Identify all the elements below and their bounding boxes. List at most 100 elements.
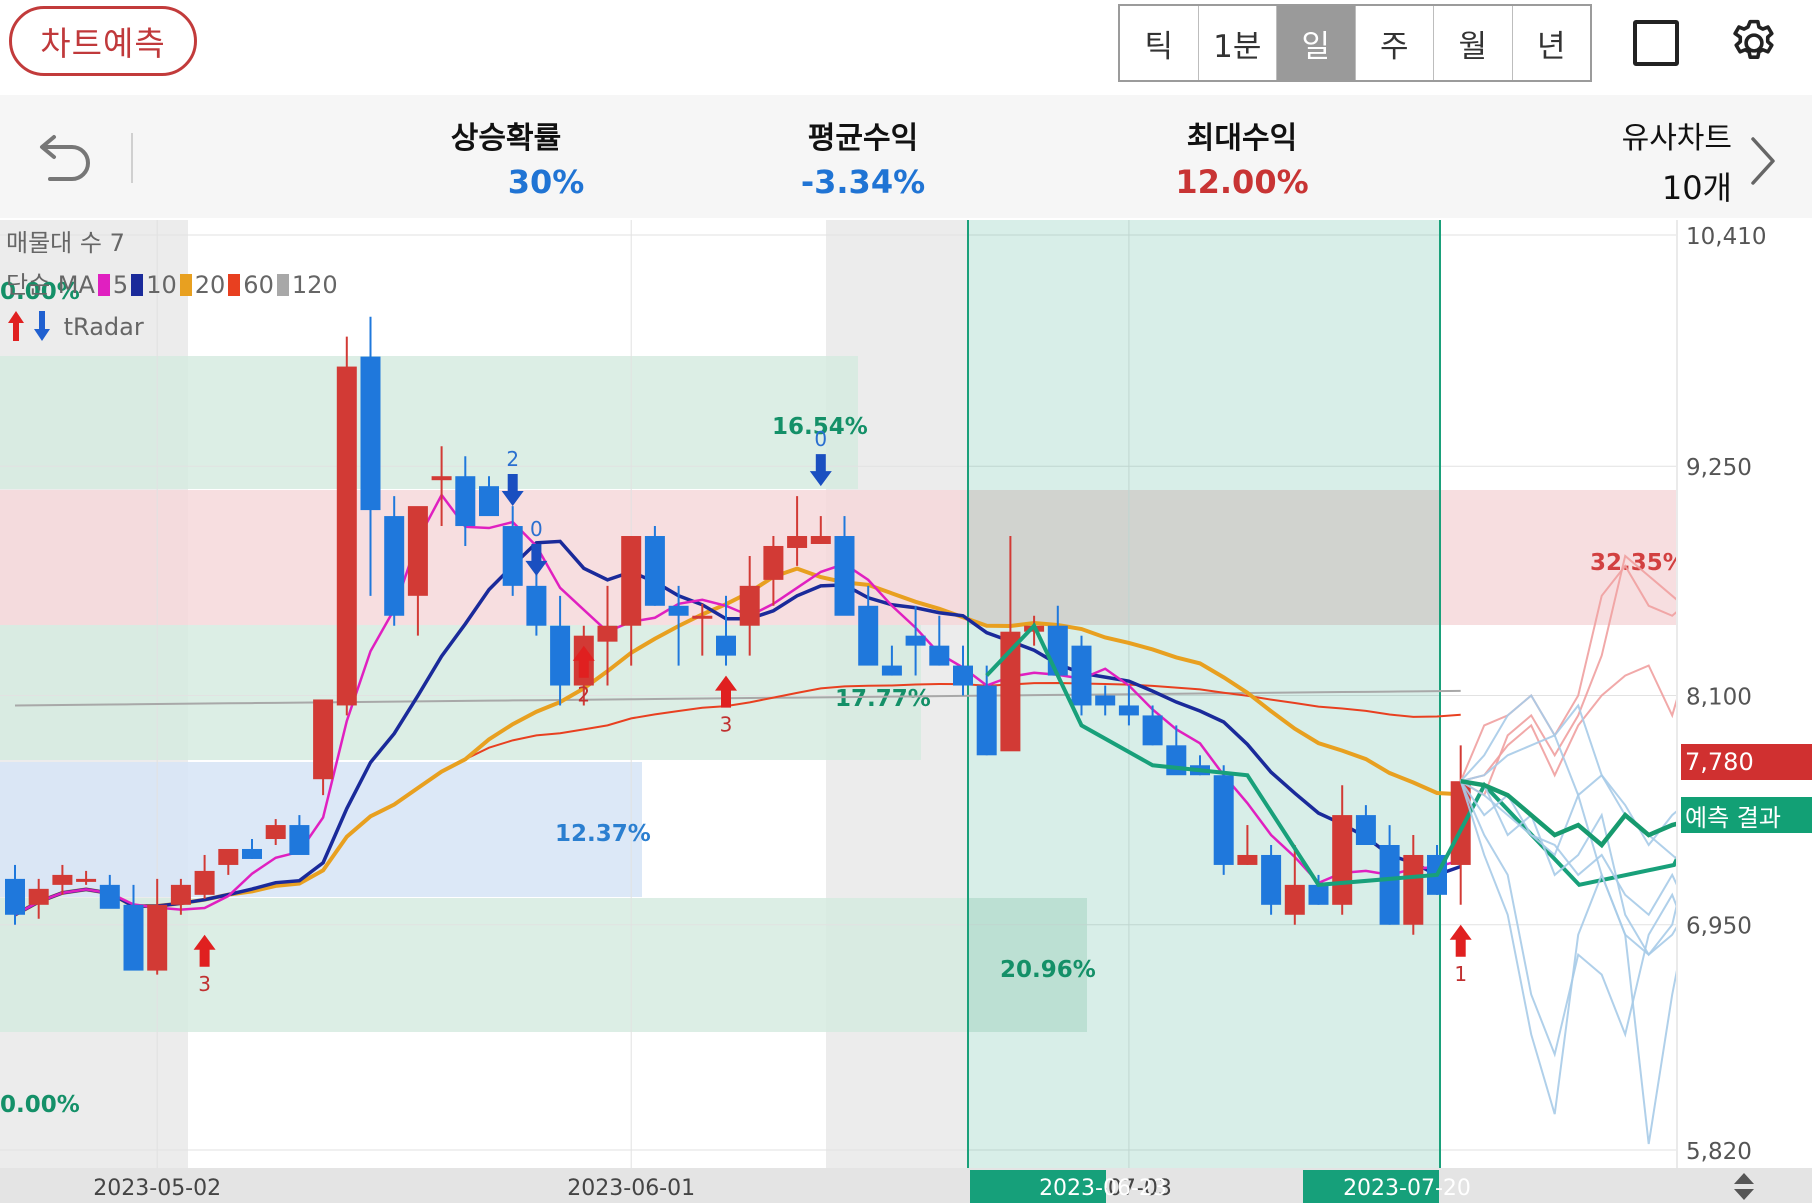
- candle-body[interactable]: [858, 605, 879, 666]
- candle-body[interactable]: [99, 884, 120, 909]
- period-month-tab[interactable]: 월: [1434, 6, 1513, 80]
- signal-count-label: 0: [530, 517, 543, 541]
- chart-legend: 매물대 수 7 단순 MA 5 10 20 60 120 tRadar: [6, 222, 338, 348]
- candle-body[interactable]: [407, 506, 428, 596]
- resistance-zone: [0, 356, 858, 489]
- candle-body[interactable]: [787, 536, 808, 548]
- candle-body[interactable]: [170, 884, 191, 905]
- candle-body[interactable]: [28, 888, 49, 905]
- chevron-right-icon[interactable]: [1745, 131, 1781, 191]
- candle-body[interactable]: [953, 665, 973, 686]
- similar-charts-count: 10개: [1661, 169, 1732, 207]
- ma5-swatch: [97, 274, 110, 296]
- candle-body[interactable]: [265, 825, 286, 840]
- candle-body[interactable]: [881, 665, 902, 676]
- candle-body[interactable]: [739, 585, 760, 626]
- candle-body[interactable]: [336, 366, 357, 706]
- candle-body[interactable]: [644, 536, 665, 606]
- highlight-date-label: 2023-07-20: [1343, 1176, 1471, 1201]
- candle-body[interactable]: [597, 625, 618, 642]
- period-year-tab[interactable]: 년: [1513, 6, 1591, 80]
- candle-body[interactable]: [455, 476, 476, 527]
- candle-body[interactable]: [360, 356, 381, 511]
- candle-body[interactable]: [1332, 815, 1353, 905]
- candlestick-chart[interactable]: 16.54%17.77%12.37%20.96%0.00%0.00%32.35%…: [0, 218, 1812, 1203]
- candle-body[interactable]: [905, 635, 926, 646]
- similar-charts-label: 유사차트: [1621, 121, 1732, 156]
- candle-body[interactable]: [147, 904, 168, 971]
- candle-body[interactable]: [5, 878, 25, 915]
- candle-body[interactable]: [1095, 695, 1116, 706]
- candle-body[interactable]: [550, 625, 571, 686]
- candle-body[interactable]: [502, 526, 523, 586]
- candle-body[interactable]: [52, 874, 73, 885]
- ma5-label: 5: [112, 271, 129, 299]
- signal-count-label: 2: [577, 683, 590, 707]
- ma10-swatch: [131, 274, 144, 296]
- y-axis-tick-label: 10,410: [1686, 224, 1766, 250]
- candle-body[interactable]: [1450, 781, 1471, 865]
- candle-body[interactable]: [668, 605, 689, 616]
- candle-body[interactable]: [1142, 715, 1163, 746]
- candle-body[interactable]: [1166, 745, 1187, 776]
- average-return: 평균수익 -3.34%: [753, 113, 973, 201]
- candle-body[interactable]: [313, 699, 334, 780]
- period-week-tab[interactable]: 주: [1356, 6, 1434, 80]
- candle-body[interactable]: [1047, 625, 1068, 676]
- y-axis-tick-label: 6,950: [1686, 914, 1752, 940]
- candle-body[interactable]: [526, 585, 547, 626]
- similar-charts[interactable]: 유사차트 10개: [1622, 113, 1732, 209]
- candle-body[interactable]: [123, 904, 144, 971]
- period-day-tab[interactable]: 일: [1277, 6, 1356, 80]
- candle-body[interactable]: [1284, 884, 1305, 915]
- max-return-label: 최대수익: [1186, 121, 1298, 156]
- signal-count-label: 0: [814, 427, 827, 451]
- chart-predict-button[interactable]: 차트예측: [9, 6, 197, 76]
- candle-body[interactable]: [621, 536, 642, 626]
- x-axis-date-label: 2023-06-01: [567, 1176, 695, 1201]
- zone-percent-label: 32.35%: [1590, 550, 1686, 576]
- candle-body[interactable]: [976, 685, 997, 756]
- prediction-result-badge: 예측 결과: [1681, 797, 1812, 833]
- period-1min-tab[interactable]: 1분: [1199, 6, 1277, 80]
- fullscreen-toggle-button[interactable]: [1633, 20, 1679, 66]
- candle-body[interactable]: [1237, 854, 1258, 865]
- candle-body[interactable]: [218, 848, 239, 865]
- undo-icon[interactable]: [36, 125, 96, 185]
- candle-body[interactable]: [76, 878, 97, 882]
- candle-body[interactable]: [1379, 845, 1400, 925]
- chart-area[interactable]: 16.54% 17.77% 12.37% 20.96% 0.00% 0.00% 32.35%…: [0, 218, 1812, 1203]
- zone-percent-label: 12.37%: [555, 821, 651, 847]
- candle-body[interactable]: [1118, 705, 1139, 716]
- candle-body[interactable]: [431, 476, 452, 481]
- candle-body[interactable]: [692, 615, 713, 619]
- zone-percent-label: 20.96%: [1000, 957, 1096, 983]
- candle-body[interactable]: [1403, 854, 1424, 925]
- support-zone-blue: [0, 762, 642, 897]
- candle-body[interactable]: [1213, 775, 1234, 865]
- ma120-label: 120: [291, 271, 338, 299]
- max-return-value: 12.00%: [1175, 163, 1309, 201]
- candle-body[interactable]: [289, 825, 310, 855]
- period-tick-tab[interactable]: 틱: [1120, 6, 1199, 80]
- candle-body[interactable]: [194, 870, 215, 895]
- candle-body[interactable]: [242, 848, 262, 859]
- ma60-swatch: [228, 274, 241, 296]
- candle-body[interactable]: [716, 635, 736, 656]
- gear-icon[interactable]: [1727, 16, 1781, 70]
- candle-body[interactable]: [810, 536, 831, 544]
- candle-body[interactable]: [929, 645, 950, 666]
- candle-body[interactable]: [1261, 854, 1282, 905]
- candle-body[interactable]: [1355, 815, 1376, 845]
- candle-body[interactable]: [479, 486, 499, 517]
- candle-body[interactable]: [384, 516, 405, 616]
- candle-body[interactable]: [834, 536, 855, 616]
- ma10-label: 10: [146, 271, 177, 299]
- candle-body[interactable]: [1071, 645, 1092, 706]
- ma20-label: 20: [194, 271, 226, 299]
- ma60-label: 60: [243, 271, 274, 299]
- candle-body[interactable]: [1308, 884, 1329, 905]
- candle-body[interactable]: [763, 545, 784, 580]
- current-price-badge: 7,780: [1681, 744, 1812, 780]
- tradar-label: tRadar: [63, 313, 144, 341]
